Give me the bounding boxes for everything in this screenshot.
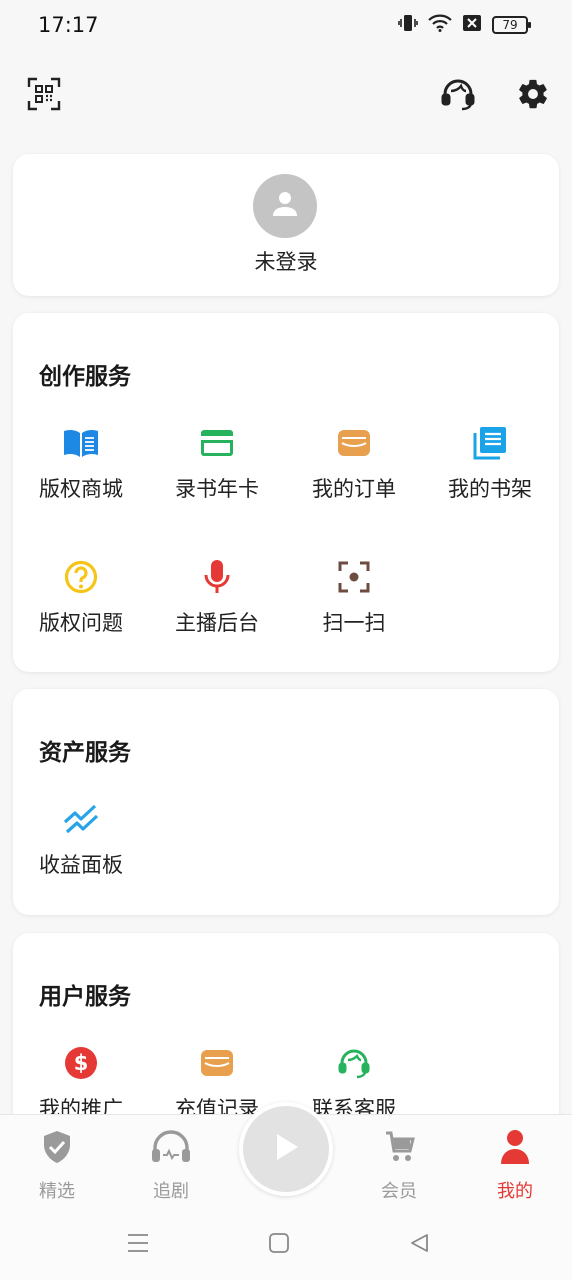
- grid-item-label: 收益面板: [39, 853, 123, 877]
- grid-item-label: 我的书架: [448, 477, 532, 501]
- grid-item-label: 版权商城: [39, 477, 123, 501]
- asset-services-title: 资产服务: [39, 740, 131, 766]
- wallet-icon: [200, 1049, 234, 1081]
- status-icons: 79: [398, 14, 531, 36]
- user-icon: [500, 1129, 530, 1169]
- nav-label: 会员: [381, 1181, 417, 1202]
- grid-item-label: 录书年卡: [175, 477, 259, 501]
- nav-label: 精选: [39, 1181, 75, 1202]
- grid-item-copyright-mall[interactable]: 版权商城: [16, 425, 146, 503]
- nav-label: 追剧: [153, 1181, 189, 1202]
- grid-item-label: 扫一扫: [322, 611, 386, 635]
- grid-item-label: 版权问题: [39, 611, 123, 635]
- home-button[interactable]: [261, 1230, 297, 1260]
- login-status-label[interactable]: 未登录: [13, 246, 559, 276]
- avatar[interactable]: [253, 174, 317, 238]
- gear-icon: [516, 77, 550, 115]
- grid-item-label: 主播后台: [175, 611, 259, 635]
- headphones-icon: [150, 1130, 192, 1168]
- bookshelf-icon: [473, 426, 507, 464]
- wifi-icon: [428, 14, 452, 36]
- headset-icon: [441, 77, 475, 115]
- card-icon: [200, 429, 234, 461]
- recent-apps-button[interactable]: [120, 1230, 156, 1260]
- nav-mine[interactable]: 我的: [470, 1129, 560, 1203]
- nav-drama[interactable]: 追剧: [126, 1129, 216, 1203]
- no-sim-icon: [462, 14, 482, 36]
- qr-scan-icon: [27, 77, 61, 115]
- cart-icon: [382, 1130, 416, 1168]
- vibrate-icon: [398, 14, 418, 36]
- play-icon: [272, 1132, 300, 1166]
- user-services-title: 用户服务: [39, 984, 131, 1010]
- settings-button[interactable]: [511, 74, 555, 118]
- nav-label: 我的: [497, 1181, 533, 1202]
- grid-item-my-promotion[interactable]: $ 我的推广: [16, 1045, 146, 1123]
- system-nav-bar: [0, 1210, 572, 1280]
- grid-item-earnings-panel[interactable]: 收益面板: [16, 801, 146, 879]
- dollar-icon: $: [64, 1046, 98, 1084]
- trend-icon: [63, 804, 99, 838]
- svg-text:$: $: [74, 1051, 89, 1075]
- wallet-icon: [337, 429, 371, 461]
- status-bar: 17:17 79: [0, 0, 572, 50]
- grid-item-copyright-faq[interactable]: 版权问题: [16, 559, 146, 637]
- asset-services-card: 资产服务 收益面板: [13, 689, 559, 915]
- shield-check-icon: [42, 1130, 72, 1168]
- question-icon: [64, 560, 98, 598]
- back-triangle-icon: [408, 1232, 430, 1258]
- battery-indicator: 79: [492, 16, 531, 34]
- status-time: 17:17: [38, 13, 99, 37]
- back-button[interactable]: [401, 1230, 437, 1260]
- grid-item-anchor-backend[interactable]: 主播后台: [152, 559, 282, 637]
- customer-service-button[interactable]: [436, 74, 480, 118]
- mic-icon: [202, 559, 232, 599]
- grid-item-label: 我的订单: [312, 477, 396, 501]
- user-silhouette-icon: [270, 189, 300, 223]
- home-square-icon: [268, 1232, 290, 1258]
- grid-item-my-orders[interactable]: 我的订单: [289, 425, 419, 503]
- play-button[interactable]: [239, 1102, 333, 1196]
- nav-featured[interactable]: 精选: [12, 1129, 102, 1203]
- book-icon: [62, 427, 100, 463]
- support-icon: [337, 1046, 371, 1084]
- creation-services-card: 创作服务 版权商城 录书年卡 我的订单 我的书架 版权问题 主播后台 扫一扫: [13, 313, 559, 672]
- qr-scan-button[interactable]: [22, 74, 66, 118]
- nav-membership[interactable]: 会员: [354, 1129, 444, 1203]
- creation-services-title: 创作服务: [39, 364, 131, 390]
- grid-item-my-bookshelf[interactable]: 我的书架: [425, 425, 555, 503]
- grid-item-recording-card[interactable]: 录书年卡: [152, 425, 282, 503]
- menu-lines-icon: [126, 1232, 150, 1258]
- login-card[interactable]: 未登录: [13, 154, 559, 296]
- scan-icon: [338, 561, 370, 597]
- grid-item-scan[interactable]: 扫一扫: [289, 559, 419, 637]
